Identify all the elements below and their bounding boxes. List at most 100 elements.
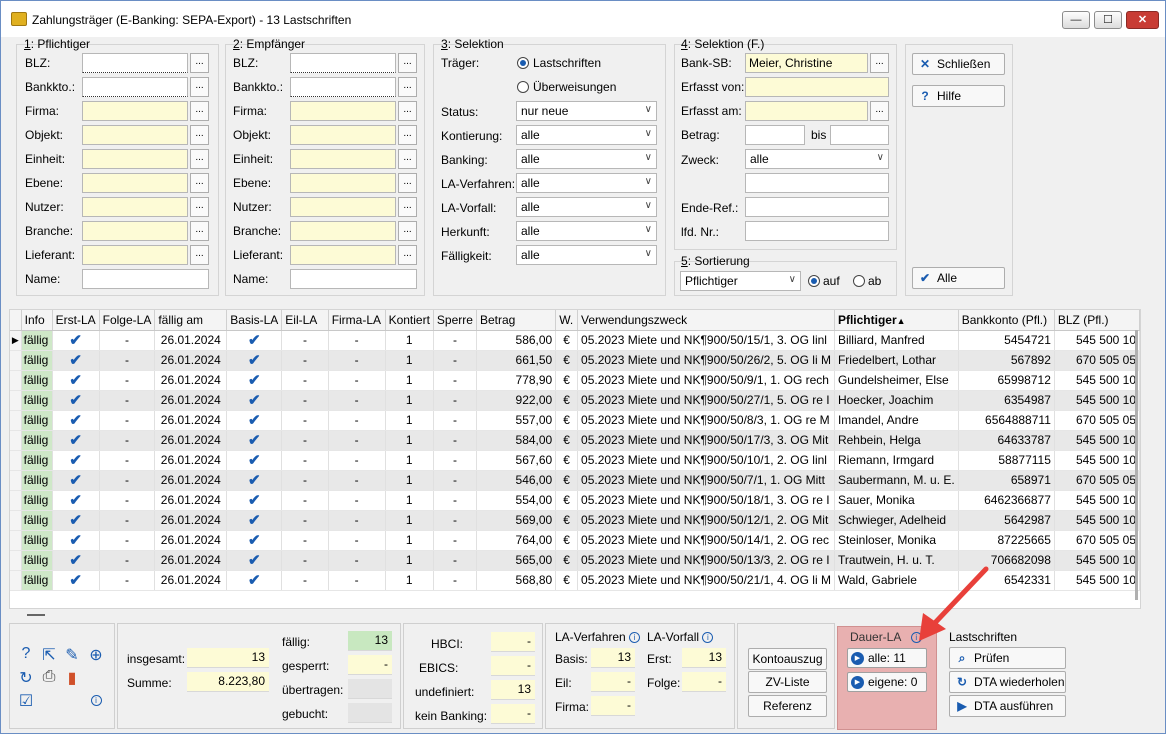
selektion-select-2[interactable]: alle ∨	[516, 149, 657, 169]
pflichtiger-input-6[interactable]	[82, 197, 188, 217]
empfaenger-input-6[interactable]	[290, 197, 396, 217]
add-circle-icon[interactable]: ⊕	[86, 645, 106, 665]
column-header-2[interactable]: Folge-LA	[99, 310, 156, 331]
empfaenger-input-3[interactable]	[290, 125, 396, 145]
alle-button[interactable]: ✔ Alle	[912, 267, 1005, 289]
schliessen-button[interactable]: ✕ Schließen	[912, 53, 1005, 75]
refresh-icon[interactable]: ↻	[16, 668, 36, 688]
empfaenger-lookup-button-7[interactable]: ...	[398, 221, 417, 241]
pflichtiger-input-4[interactable]	[82, 149, 188, 169]
sortierung-select[interactable]: Pflichtiger ∨	[680, 271, 801, 291]
selektion-select-3[interactable]: alle ∨	[516, 173, 657, 193]
erfasst-von-input[interactable]	[745, 77, 889, 97]
column-header-12[interactable]: Pflichtiger▲	[834, 310, 959, 331]
dauer-eigene-button[interactable]: ▶ eigene: 0	[847, 672, 927, 692]
pencil-icon[interactable]: ✎	[62, 645, 82, 665]
table-row[interactable]: fällig ✔ -26.01.2024 ✔ - -1-764,00 €05.2023 Mi…	[10, 530, 1140, 551]
cursor-icon[interactable]: ⇱	[39, 645, 59, 665]
betrag-to-input[interactable]	[830, 125, 889, 145]
help-icon[interactable]: ?	[16, 645, 36, 663]
pflichtiger-input-2[interactable]	[82, 101, 188, 121]
pflichtiger-lookup-button-0[interactable]: ...	[190, 53, 209, 73]
selektion-select-5[interactable]: alle ∨	[516, 221, 657, 241]
betrag-from-input[interactable]	[745, 125, 805, 145]
pflichtiger-input-1[interactable]	[82, 77, 188, 97]
empfaenger-lookup-button-6[interactable]: ...	[398, 197, 417, 217]
table-row[interactable]: fällig ✔ -26.01.2024 ✔ - -1-554,00 €05.2023 Mi…	[10, 490, 1140, 511]
pflichtiger-input-8[interactable]	[82, 245, 188, 265]
empfaenger-lookup-button-3[interactable]: ...	[398, 125, 417, 145]
pflichtiger-lookup-button-4[interactable]: ...	[190, 149, 209, 169]
selektion-select-6[interactable]: alle ∨	[516, 245, 657, 265]
column-header-4[interactable]: Basis-LA	[226, 310, 283, 331]
pflichtiger-input-9[interactable]	[82, 269, 209, 289]
table-row[interactable]: ▶ fällig ✔ -26.01.2024 ✔ - -1-586,00 €05.2023 M…	[10, 330, 1140, 351]
lfd-nr-input[interactable]	[745, 221, 889, 241]
pruefen-button[interactable]: ⌕ Prüfen	[949, 647, 1066, 669]
table-row[interactable]: fällig ✔ -26.01.2024 ✔ - -1-567,60 €05.2023 Mi…	[10, 450, 1140, 471]
empfaenger-input-8[interactable]	[290, 245, 396, 265]
table-row[interactable]: fällig ✔ -26.01.2024 ✔ - -1-922,00 €05.2023 Mi…	[10, 390, 1140, 411]
empfaenger-lookup-button-5[interactable]: ...	[398, 173, 417, 193]
empfaenger-lookup-button-1[interactable]: ...	[398, 77, 417, 97]
pflichtiger-lookup-button-7[interactable]: ...	[190, 221, 209, 241]
pflichtiger-lookup-button-5[interactable]: ...	[190, 173, 209, 193]
pflichtiger-lookup-button-8[interactable]: ...	[190, 245, 209, 265]
zv-liste-button[interactable]: ZV-Liste	[748, 671, 827, 693]
selektion-select-0[interactable]: nur neue ∨	[516, 101, 657, 121]
column-header-0[interactable]: Info	[21, 310, 53, 331]
pflichtiger-input-5[interactable]	[82, 173, 188, 193]
pflichtiger-input-0[interactable]	[82, 53, 188, 73]
empfaenger-input-7[interactable]	[290, 221, 396, 241]
column-header-3[interactable]: fällig am	[154, 310, 228, 331]
table-row[interactable]: fällig ✔ -26.01.2024 ✔ - -1-565,00 €05.2023 Mi…	[10, 550, 1140, 571]
checkbox-icon[interactable]: ☑	[16, 691, 36, 711]
table-row[interactable]: fällig ✔ -26.01.2024 ✔ - -1-778,90 €05.2023 Mi…	[10, 370, 1140, 391]
info-icon[interactable]: i	[86, 693, 106, 707]
pflichtiger-lookup-button-2[interactable]: ...	[190, 101, 209, 121]
table-row[interactable]: fällig ✔ -26.01.2024 ✔ - -1-557,00 €05.2023 Mi…	[10, 410, 1140, 431]
zweck-select[interactable]: alle ∨	[745, 149, 889, 169]
grid-scrollbar[interactable]	[1135, 330, 1138, 600]
pflichtiger-input-3[interactable]	[82, 125, 188, 145]
empfaenger-lookup-button-2[interactable]: ...	[398, 101, 417, 121]
bank-sb-input[interactable]: Meier, Christine	[745, 53, 868, 73]
empfaenger-input-5[interactable]	[290, 173, 396, 193]
info-icon[interactable]: i	[629, 632, 641, 644]
column-header-10[interactable]: W.	[555, 310, 579, 331]
column-header-11[interactable]: Verwendungszweck	[577, 310, 835, 331]
pflichtiger-lookup-button-3[interactable]: ...	[190, 125, 209, 145]
column-header-6[interactable]: Firma-LA	[328, 310, 386, 331]
erfasst-am-calendar-button[interactable]: ...	[870, 101, 889, 121]
office-icon[interactable]: ▮	[62, 668, 82, 688]
column-header-7[interactable]: Kontiert	[385, 310, 434, 331]
empfaenger-lookup-button-0[interactable]: ...	[398, 53, 417, 73]
empfaenger-input-0[interactable]	[290, 53, 396, 73]
selektion-select-4[interactable]: alle ∨	[516, 197, 657, 217]
erfasst-am-input[interactable]	[745, 101, 868, 121]
pflichtiger-lookup-button-6[interactable]: ...	[190, 197, 209, 217]
dta-wiederholen-button[interactable]: ↻ DTA wiederholen	[949, 671, 1066, 693]
table-row[interactable]: fällig ✔ -26.01.2024 ✔ - -1-546,00 €05.2023 Mi…	[10, 470, 1140, 491]
referenz-button[interactable]: Referenz	[748, 695, 827, 717]
info-icon[interactable]: i	[910, 632, 922, 644]
info-icon[interactable]: i	[702, 632, 714, 644]
pflichtiger-input-7[interactable]	[82, 221, 188, 241]
maximize-button[interactable]: ☐	[1094, 11, 1122, 29]
empfaenger-lookup-button-8[interactable]: ...	[398, 245, 417, 265]
empfaenger-input-4[interactable]	[290, 149, 396, 169]
table-row[interactable]: fällig ✔ -26.01.2024 ✔ - -1-661,50 €05.2023 Mi…	[10, 350, 1140, 371]
printer-icon[interactable]: ⎙	[39, 668, 59, 686]
dauer-alle-button[interactable]: ▶ alle: 11	[847, 648, 927, 668]
hilfe-button[interactable]: ? Hilfe	[912, 85, 1005, 107]
table-row[interactable]: fällig ✔ -26.01.2024 ✔ - -1-584,00 €05.2023 Mi…	[10, 430, 1140, 451]
empfaenger-input-2[interactable]	[290, 101, 396, 121]
table-row[interactable]: fällig ✔ -26.01.2024 ✔ - -1-568,80 €05.2023 Mi…	[10, 570, 1140, 591]
radio-auf[interactable]	[808, 275, 820, 287]
column-header-13[interactable]: Bankkonto (Pfl.)	[958, 310, 1055, 331]
ende-ref-input[interactable]	[745, 197, 889, 217]
minimize-button[interactable]: —	[1062, 11, 1090, 29]
splitter-handle[interactable]	[27, 614, 45, 616]
column-header-1[interactable]: Erst-LA	[52, 310, 100, 331]
column-header-8[interactable]: Sperre	[433, 310, 477, 331]
